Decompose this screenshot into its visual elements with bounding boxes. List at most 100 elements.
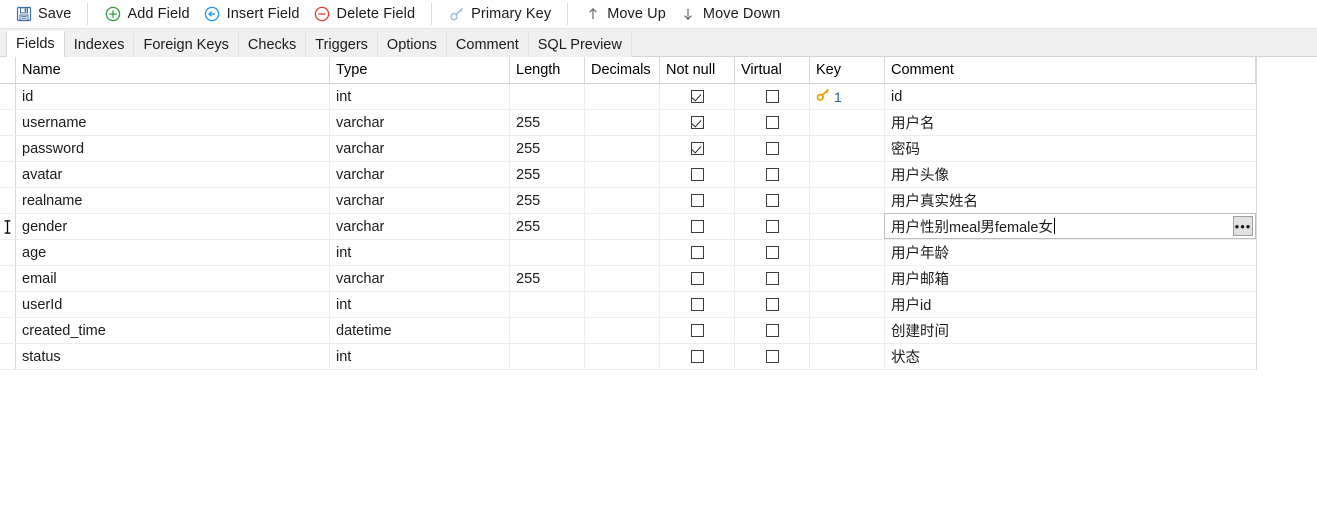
- row-gutter[interactable]: [0, 162, 16, 187]
- column-header-name[interactable]: Name: [16, 57, 330, 83]
- insert-field-button[interactable]: Insert Field: [197, 1, 307, 27]
- tab-options[interactable]: Options: [376, 33, 447, 57]
- cell-decimals[interactable]: [585, 240, 660, 265]
- not-null-checkbox[interactable]: [690, 116, 704, 129]
- cell-length[interactable]: [510, 84, 585, 109]
- table-row[interactable]: gender varchar 255 用户性别meal男female女 •••: [0, 213, 1256, 240]
- cell-not-null[interactable]: [660, 292, 735, 317]
- cell-comment[interactable]: 用户邮箱: [885, 266, 1256, 291]
- cell-name[interactable]: realname: [16, 188, 330, 213]
- virtual-checkbox[interactable]: [765, 90, 779, 103]
- cell-virtual[interactable]: [735, 84, 810, 109]
- cell-type[interactable]: varchar: [330, 162, 510, 187]
- cell-virtual[interactable]: [735, 214, 810, 239]
- cell-not-null[interactable]: [660, 214, 735, 239]
- virtual-checkbox[interactable]: [765, 194, 779, 207]
- column-header-type[interactable]: Type: [330, 57, 510, 83]
- cell-comment[interactable]: 用户性别meal男female女 •••: [884, 213, 1256, 239]
- cell-virtual[interactable]: [735, 318, 810, 343]
- cell-key[interactable]: [810, 136, 885, 161]
- virtual-checkbox[interactable]: [765, 324, 779, 337]
- cell-length[interactable]: 255: [510, 110, 585, 135]
- row-gutter[interactable]: [0, 292, 16, 317]
- table-row[interactable]: username varchar 255 用户名: [0, 110, 1256, 136]
- virtual-checkbox[interactable]: [765, 168, 779, 181]
- virtual-checkbox[interactable]: [765, 350, 779, 363]
- cell-name[interactable]: gender: [16, 214, 330, 239]
- not-null-checkbox[interactable]: [690, 90, 704, 103]
- move-down-button[interactable]: Move Down: [673, 1, 787, 27]
- cell-type[interactable]: varchar: [330, 136, 510, 161]
- cell-type[interactable]: int: [330, 344, 510, 369]
- cell-not-null[interactable]: [660, 162, 735, 187]
- table-row[interactable]: id int 1 id: [0, 84, 1256, 110]
- table-row[interactable]: realname varchar 255 用户真实姓名: [0, 188, 1256, 214]
- cell-decimals[interactable]: [585, 214, 660, 239]
- tab-foreign-keys[interactable]: Foreign Keys: [133, 33, 239, 57]
- row-gutter[interactable]: [0, 214, 16, 239]
- table-row[interactable]: age int 用户年龄: [0, 240, 1256, 266]
- cell-name[interactable]: id: [16, 84, 330, 109]
- cell-not-null[interactable]: [660, 188, 735, 213]
- not-null-checkbox[interactable]: [690, 194, 704, 207]
- cell-key[interactable]: [810, 214, 885, 239]
- cell-length[interactable]: 255: [510, 136, 585, 161]
- primary-key-button[interactable]: Primary Key: [441, 1, 558, 27]
- cell-decimals[interactable]: [585, 292, 660, 317]
- cell-decimals[interactable]: [585, 188, 660, 213]
- cell-key[interactable]: [810, 110, 885, 135]
- cell-virtual[interactable]: [735, 162, 810, 187]
- cell-type[interactable]: int: [330, 240, 510, 265]
- table-row[interactable]: password varchar 255 密码: [0, 136, 1256, 162]
- cell-comment[interactable]: 用户真实姓名: [885, 188, 1256, 213]
- table-row[interactable]: email varchar 255 用户邮箱: [0, 266, 1256, 292]
- cell-decimals[interactable]: [585, 136, 660, 161]
- cell-not-null[interactable]: [660, 344, 735, 369]
- column-header-comment[interactable]: Comment: [885, 57, 1256, 83]
- cell-name[interactable]: email: [16, 266, 330, 291]
- cell-comment[interactable]: id: [885, 84, 1256, 109]
- cell-decimals[interactable]: [585, 110, 660, 135]
- cell-name[interactable]: username: [16, 110, 330, 135]
- cell-length[interactable]: 255: [510, 214, 585, 239]
- cell-decimals[interactable]: [585, 266, 660, 291]
- cell-virtual[interactable]: [735, 110, 810, 135]
- cell-type[interactable]: varchar: [330, 110, 510, 135]
- cell-comment[interactable]: 状态: [885, 344, 1256, 369]
- cell-key[interactable]: [810, 344, 885, 369]
- cell-length[interactable]: 255: [510, 162, 585, 187]
- cell-name[interactable]: status: [16, 344, 330, 369]
- cell-key[interactable]: [810, 162, 885, 187]
- comment-input[interactable]: 用户性别meal男female女: [885, 216, 1233, 237]
- cell-virtual[interactable]: [735, 240, 810, 265]
- virtual-checkbox[interactable]: [765, 142, 779, 155]
- virtual-checkbox[interactable]: [765, 298, 779, 311]
- table-row[interactable]: avatar varchar 255 用户头像: [0, 162, 1256, 188]
- not-null-checkbox[interactable]: [690, 350, 704, 363]
- save-button[interactable]: Save: [8, 1, 78, 27]
- row-gutter[interactable]: [0, 344, 16, 369]
- virtual-checkbox[interactable]: [765, 246, 779, 259]
- cell-decimals[interactable]: [585, 162, 660, 187]
- cell-name[interactable]: created_time: [16, 318, 330, 343]
- cell-virtual[interactable]: [735, 344, 810, 369]
- comment-ellipsis-button[interactable]: •••: [1233, 216, 1253, 236]
- table-row[interactable]: userId int 用户id: [0, 292, 1256, 318]
- cell-name[interactable]: age: [16, 240, 330, 265]
- cell-comment[interactable]: 用户头像: [885, 162, 1256, 187]
- not-null-checkbox[interactable]: [690, 298, 704, 311]
- table-row[interactable]: status int 状态: [0, 344, 1256, 370]
- row-gutter[interactable]: [0, 240, 16, 265]
- cell-comment[interactable]: 用户名: [885, 110, 1256, 135]
- cell-name[interactable]: avatar: [16, 162, 330, 187]
- cell-type[interactable]: varchar: [330, 188, 510, 213]
- row-gutter[interactable]: [0, 266, 16, 291]
- cell-decimals[interactable]: [585, 318, 660, 343]
- cell-virtual[interactable]: [735, 136, 810, 161]
- column-header-not-null[interactable]: Not null: [660, 57, 735, 83]
- column-header-decimals[interactable]: Decimals: [585, 57, 660, 83]
- cell-key[interactable]: [810, 266, 885, 291]
- cell-type[interactable]: int: [330, 84, 510, 109]
- cell-type[interactable]: varchar: [330, 266, 510, 291]
- cell-not-null[interactable]: [660, 136, 735, 161]
